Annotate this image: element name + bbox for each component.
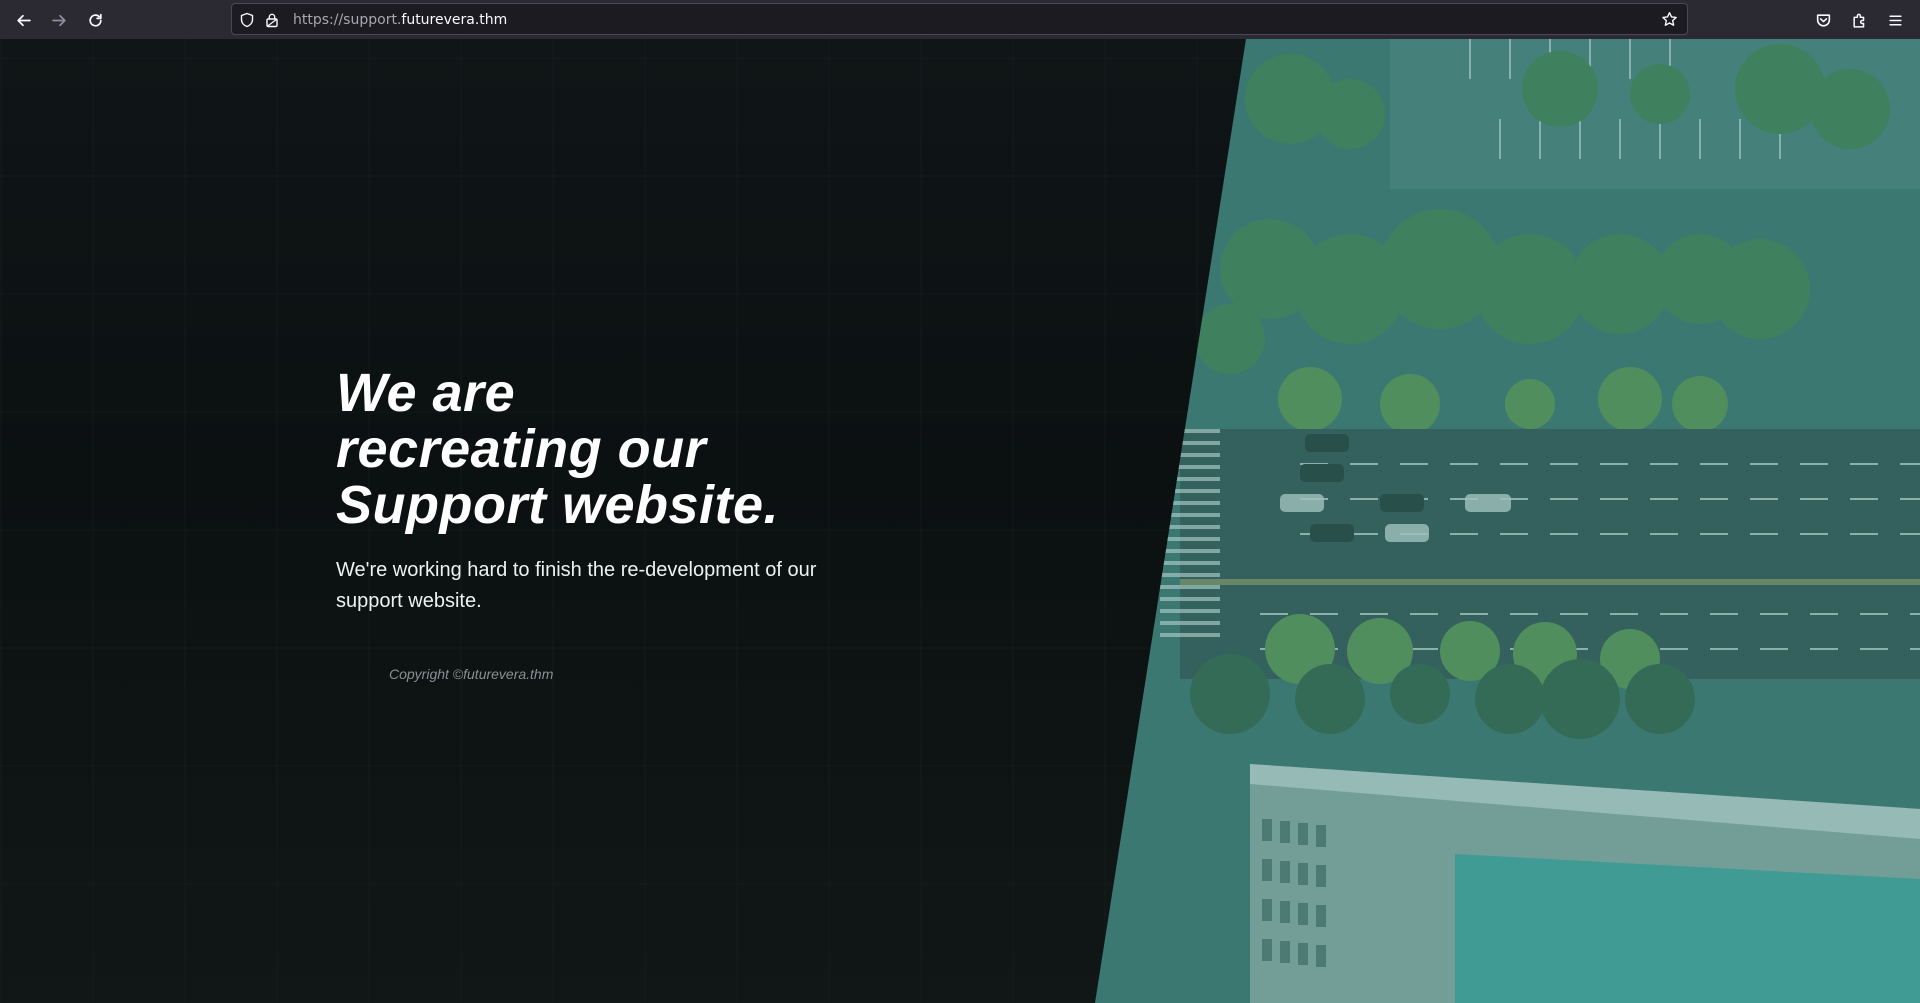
- shield-icon[interactable]: [239, 12, 255, 28]
- url-text[interactable]: https://support.futurevera.thm: [293, 12, 507, 28]
- page-subtitle: We're working hard to finish the re-deve…: [336, 559, 817, 612]
- hero-content: We are recreating our Support website. W…: [336, 365, 836, 617]
- puzzle-icon: [1852, 13, 1864, 28]
- pocket-icon: [1816, 13, 1830, 27]
- page-headline: We are recreating our Support website.: [336, 365, 836, 533]
- lock-icon[interactable]: [264, 12, 280, 28]
- star-icon[interactable]: [1661, 11, 1678, 28]
- hamburger-menu-icon: [1888, 14, 1902, 26]
- reload-icon: [88, 13, 102, 27]
- headline-line-2: recreating our: [336, 419, 707, 479]
- pocket-button[interactable]: [1809, 6, 1837, 34]
- copyright-text: Copyright ©futurevera.thm: [389, 666, 554, 682]
- url-prefix: https://support.: [293, 12, 402, 28]
- menu-button[interactable]: [1881, 6, 1909, 34]
- extensions-button[interactable]: [1845, 6, 1873, 34]
- url-domain: futurevera.thm: [401, 12, 508, 28]
- headline-line-1: We are: [336, 363, 516, 423]
- back-arrow-icon: [16, 14, 31, 26]
- headline-line-3: Support website.: [336, 475, 780, 535]
- back-button[interactable]: [9, 6, 37, 34]
- forward-arrow-icon: [51, 14, 66, 26]
- page-viewport: We are recreating our Support website. W…: [0, 39, 1920, 1003]
- browser-toolbar: https://support.futurevera.thm: [0, 0, 1920, 40]
- reload-button[interactable]: [81, 6, 109, 34]
- forward-button[interactable]: [45, 6, 73, 34]
- address-bar[interactable]: https://support.futurevera.thm: [231, 3, 1688, 35]
